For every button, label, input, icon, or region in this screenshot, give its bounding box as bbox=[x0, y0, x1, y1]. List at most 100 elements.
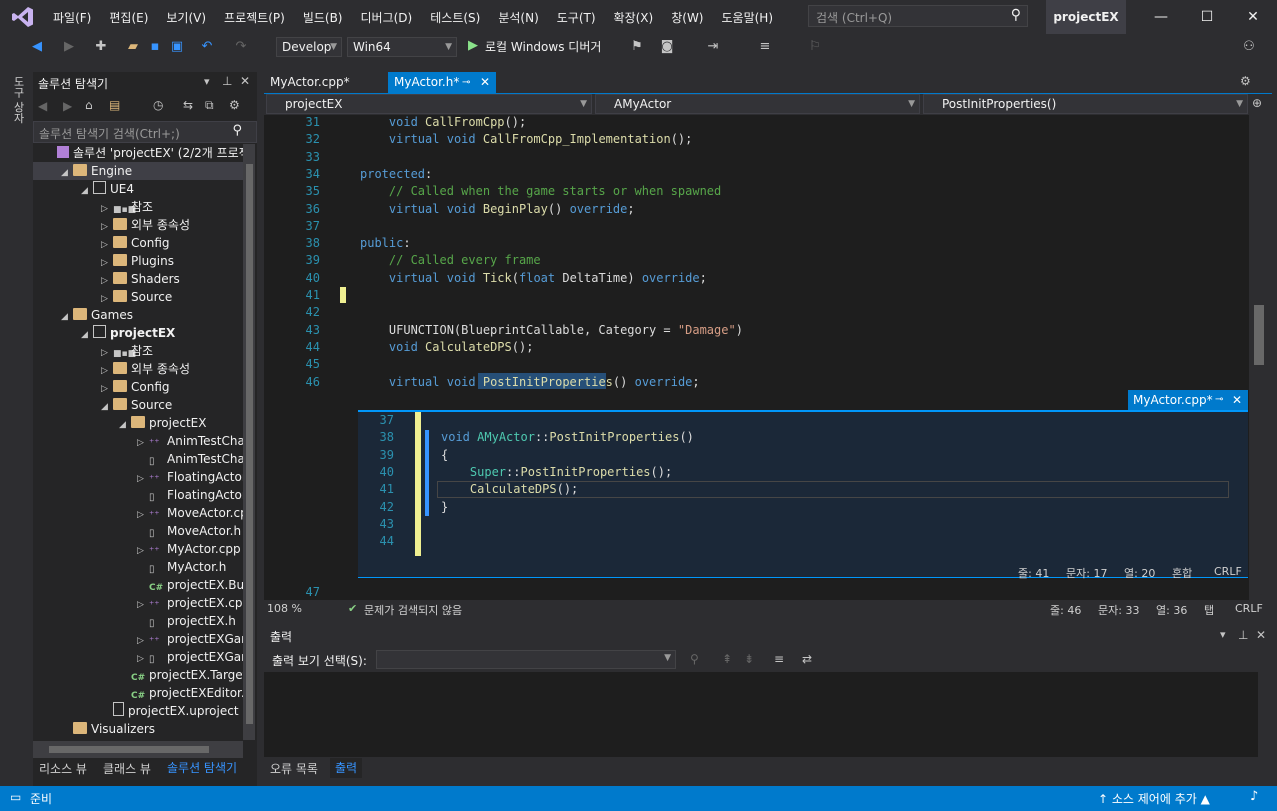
zoom-level[interactable]: 108 % bbox=[267, 602, 302, 615]
tree-item[interactable]: ▷ 외부 종속성 bbox=[33, 360, 243, 378]
tree-item[interactable]: ▷ ■▪■참조 bbox=[33, 342, 243, 360]
find-message-icon[interactable]: ⚲ bbox=[690, 652, 699, 666]
solution-explorer-search[interactable]: 솔루션 탐색기 검색(Ctrl+;) ⚲ bbox=[33, 121, 257, 143]
tree-item[interactable]: ▷ ■▪■참조 bbox=[33, 198, 243, 216]
tree-item[interactable]: ▷ Config bbox=[33, 378, 243, 396]
pin-icon[interactable]: ⊸ bbox=[462, 72, 470, 93]
open-folder-icon[interactable]: ▰ bbox=[124, 38, 142, 56]
toolbox-tab[interactable]: 도구 상자 bbox=[8, 76, 26, 130]
word-wrap-icon[interactable]: ⇄ bbox=[802, 652, 812, 666]
menu-item[interactable]: 도움말(H) bbox=[713, 9, 783, 26]
tree-item[interactable]: ▷⁺⁺FloatingActor.cp bbox=[33, 468, 243, 486]
tab-myactor-h[interactable]: MyActor.h* ⊸ ✕ bbox=[388, 72, 496, 93]
tree-item[interactable]: C#projectEXEditor.Tar bbox=[33, 684, 243, 702]
scrollbar-thumb[interactable] bbox=[246, 164, 253, 724]
tree-item[interactable]: projectEX.uproject bbox=[33, 702, 243, 720]
collapse-all-icon[interactable]: ⧉ bbox=[205, 98, 214, 113]
notification-bell-icon[interactable]: ♪ bbox=[1250, 789, 1258, 804]
minimize-icon[interactable]: — bbox=[1138, 0, 1184, 34]
editor-scrollbar[interactable] bbox=[1249, 115, 1271, 600]
menu-item[interactable]: 편집(E) bbox=[100, 9, 157, 26]
tree-item[interactable]: ▷⁺⁺AnimTestCharac bbox=[33, 432, 243, 450]
search-icon[interactable]: ⚲ bbox=[232, 123, 242, 138]
project-nav-dropdown[interactable]: projectEX ▼ bbox=[266, 94, 592, 114]
prev-message-icon[interactable]: ⇞ bbox=[722, 652, 732, 666]
pin-icon[interactable]: ⊥ bbox=[222, 74, 232, 88]
sync-icon[interactable]: ⇆ bbox=[183, 98, 193, 112]
tree-item[interactable]: ◢ Source bbox=[33, 396, 243, 414]
back-icon[interactable]: ◀ bbox=[28, 38, 46, 56]
back-icon[interactable]: ◀ bbox=[38, 99, 47, 113]
maximize-icon[interactable]: ☐ bbox=[1184, 0, 1230, 34]
close-panel-icon[interactable]: ✕ bbox=[1256, 628, 1266, 642]
save-all-icon[interactable]: ▣ bbox=[168, 38, 186, 56]
tree-item[interactable]: ▯ MoveActor.h bbox=[33, 522, 243, 540]
play-icon[interactable]: ▶ bbox=[468, 38, 478, 53]
menu-item[interactable]: 확장(X) bbox=[605, 9, 663, 26]
browser-icon[interactable]: ◙ bbox=[658, 38, 676, 56]
tree-item[interactable]: ▯ FloatingActor.h bbox=[33, 486, 243, 504]
output-source-dropdown[interactable]: ▼ bbox=[376, 650, 676, 669]
tab-output[interactable]: 출력 bbox=[330, 758, 363, 778]
tree-item[interactable]: C#projectEX.Target.cs bbox=[33, 666, 243, 684]
tree-item[interactable]: ◢ UE4 bbox=[33, 180, 243, 198]
tree-item[interactable]: ◢ Games bbox=[33, 306, 243, 324]
peek-tab[interactable]: MyActor.cpp* ⊸ ✕ bbox=[1128, 390, 1248, 410]
next-message-icon[interactable]: ⇟ bbox=[744, 652, 754, 666]
close-peek-icon[interactable]: ✕ bbox=[1232, 390, 1242, 410]
issues-status[interactable]: 문제가 검색되지 않음 bbox=[364, 602, 462, 618]
tree-vertical-scrollbar[interactable] bbox=[243, 144, 255, 740]
add-to-source-control-button[interactable]: ↑ 소스 제어에 추가 ▲ bbox=[1098, 790, 1210, 807]
tab-resource-view[interactable]: 리소스 뷰 bbox=[39, 760, 87, 777]
class-nav-dropdown[interactable]: AMyActor ▼ bbox=[595, 94, 920, 114]
tree-item[interactable]: ▷ ⁺⁺ MyActor.cpp bbox=[33, 540, 243, 558]
undo-icon[interactable]: ↶ bbox=[198, 38, 216, 56]
menu-item[interactable]: 테스트(S) bbox=[421, 9, 489, 26]
menu-item[interactable]: 분석(N) bbox=[489, 9, 547, 26]
tree-item[interactable]: ▷ Config bbox=[33, 234, 243, 252]
dropdown-icon[interactable]: ▾ bbox=[1220, 628, 1226, 641]
tree-item[interactable]: ▷ Plugins bbox=[33, 252, 243, 270]
menu-item[interactable]: 빌드(B) bbox=[294, 9, 352, 26]
forward-icon[interactable]: ▶ bbox=[63, 99, 72, 113]
save-icon[interactable]: ▪ bbox=[146, 38, 164, 56]
wrench-icon[interactable]: ⚙ bbox=[229, 98, 240, 112]
close-tab-icon[interactable]: ✕ bbox=[480, 72, 490, 93]
tree-item[interactable]: Visualizers bbox=[33, 720, 243, 738]
tree-horizontal-scrollbar[interactable] bbox=[33, 741, 243, 758]
clear-all-icon[interactable]: ≡ bbox=[774, 652, 784, 666]
redo-icon[interactable]: ↷ bbox=[232, 38, 250, 56]
tab-solution-explorer[interactable]: 솔루션 탐색기 bbox=[162, 758, 243, 778]
close-icon[interactable]: ✕ bbox=[1230, 0, 1276, 34]
menu-item[interactable]: 도구(T) bbox=[548, 9, 605, 26]
scrollbar-thumb[interactable] bbox=[1254, 305, 1264, 365]
tree-item[interactable]: ▯ projectEX.h bbox=[33, 612, 243, 630]
pending-changes-icon[interactable]: ◷ bbox=[153, 98, 163, 112]
attach-icon[interactable]: ⚑ bbox=[628, 38, 646, 56]
tree-item[interactable]: ▷⁺⁺MoveActor.cpp bbox=[33, 504, 243, 522]
tree-item[interactable]: ◢ projectEX bbox=[33, 414, 243, 432]
platform-dropdown[interactable]: Win64 ▼ bbox=[347, 37, 457, 57]
switch-views-icon[interactable]: ▤ bbox=[109, 98, 120, 112]
bookmark-icon[interactable]: ⚐ bbox=[806, 38, 824, 56]
new-project-icon[interactable]: ✚ bbox=[92, 38, 110, 56]
live-share-icon[interactable]: ⚇ bbox=[1240, 38, 1258, 56]
tree-item[interactable]: ▷ Shaders bbox=[33, 270, 243, 288]
close-panel-icon[interactable]: ✕ bbox=[240, 74, 250, 88]
comment-icon[interactable]: ≡ bbox=[756, 38, 774, 56]
tree-item[interactable]: ◢ Engine bbox=[33, 162, 243, 180]
forward-icon[interactable]: ▶ bbox=[60, 38, 78, 56]
configuration-dropdown[interactable]: Develop ▼ bbox=[276, 37, 342, 57]
pin-icon[interactable]: ⊥ bbox=[1238, 628, 1248, 642]
tree-item[interactable]: ▷ ⁺⁺ projectEX.cpp bbox=[33, 594, 243, 612]
quick-launch-search[interactable]: 검색 (Ctrl+Q) ⚲ bbox=[808, 5, 1028, 27]
tree-item[interactable]: 솔루션 'projectEX' (2/2개 프로젝 bbox=[33, 144, 243, 162]
tree-item[interactable]: ▷ 외부 종속성 bbox=[33, 216, 243, 234]
promote-icon[interactable]: ⊸ bbox=[1215, 390, 1223, 410]
split-icon[interactable]: ⊕ bbox=[1252, 96, 1262, 110]
tree-item[interactable]: ▷▯projectEXGamel bbox=[33, 648, 243, 666]
tree-item[interactable]: ▷⁺⁺projectEXGamel bbox=[33, 630, 243, 648]
tree-item[interactable]: C#projectEX.Build. bbox=[33, 576, 243, 594]
tree-item[interactable]: ▷ Source bbox=[33, 288, 243, 306]
start-debugger-button[interactable]: 로컬 Windows 디버거 bbox=[485, 38, 601, 55]
